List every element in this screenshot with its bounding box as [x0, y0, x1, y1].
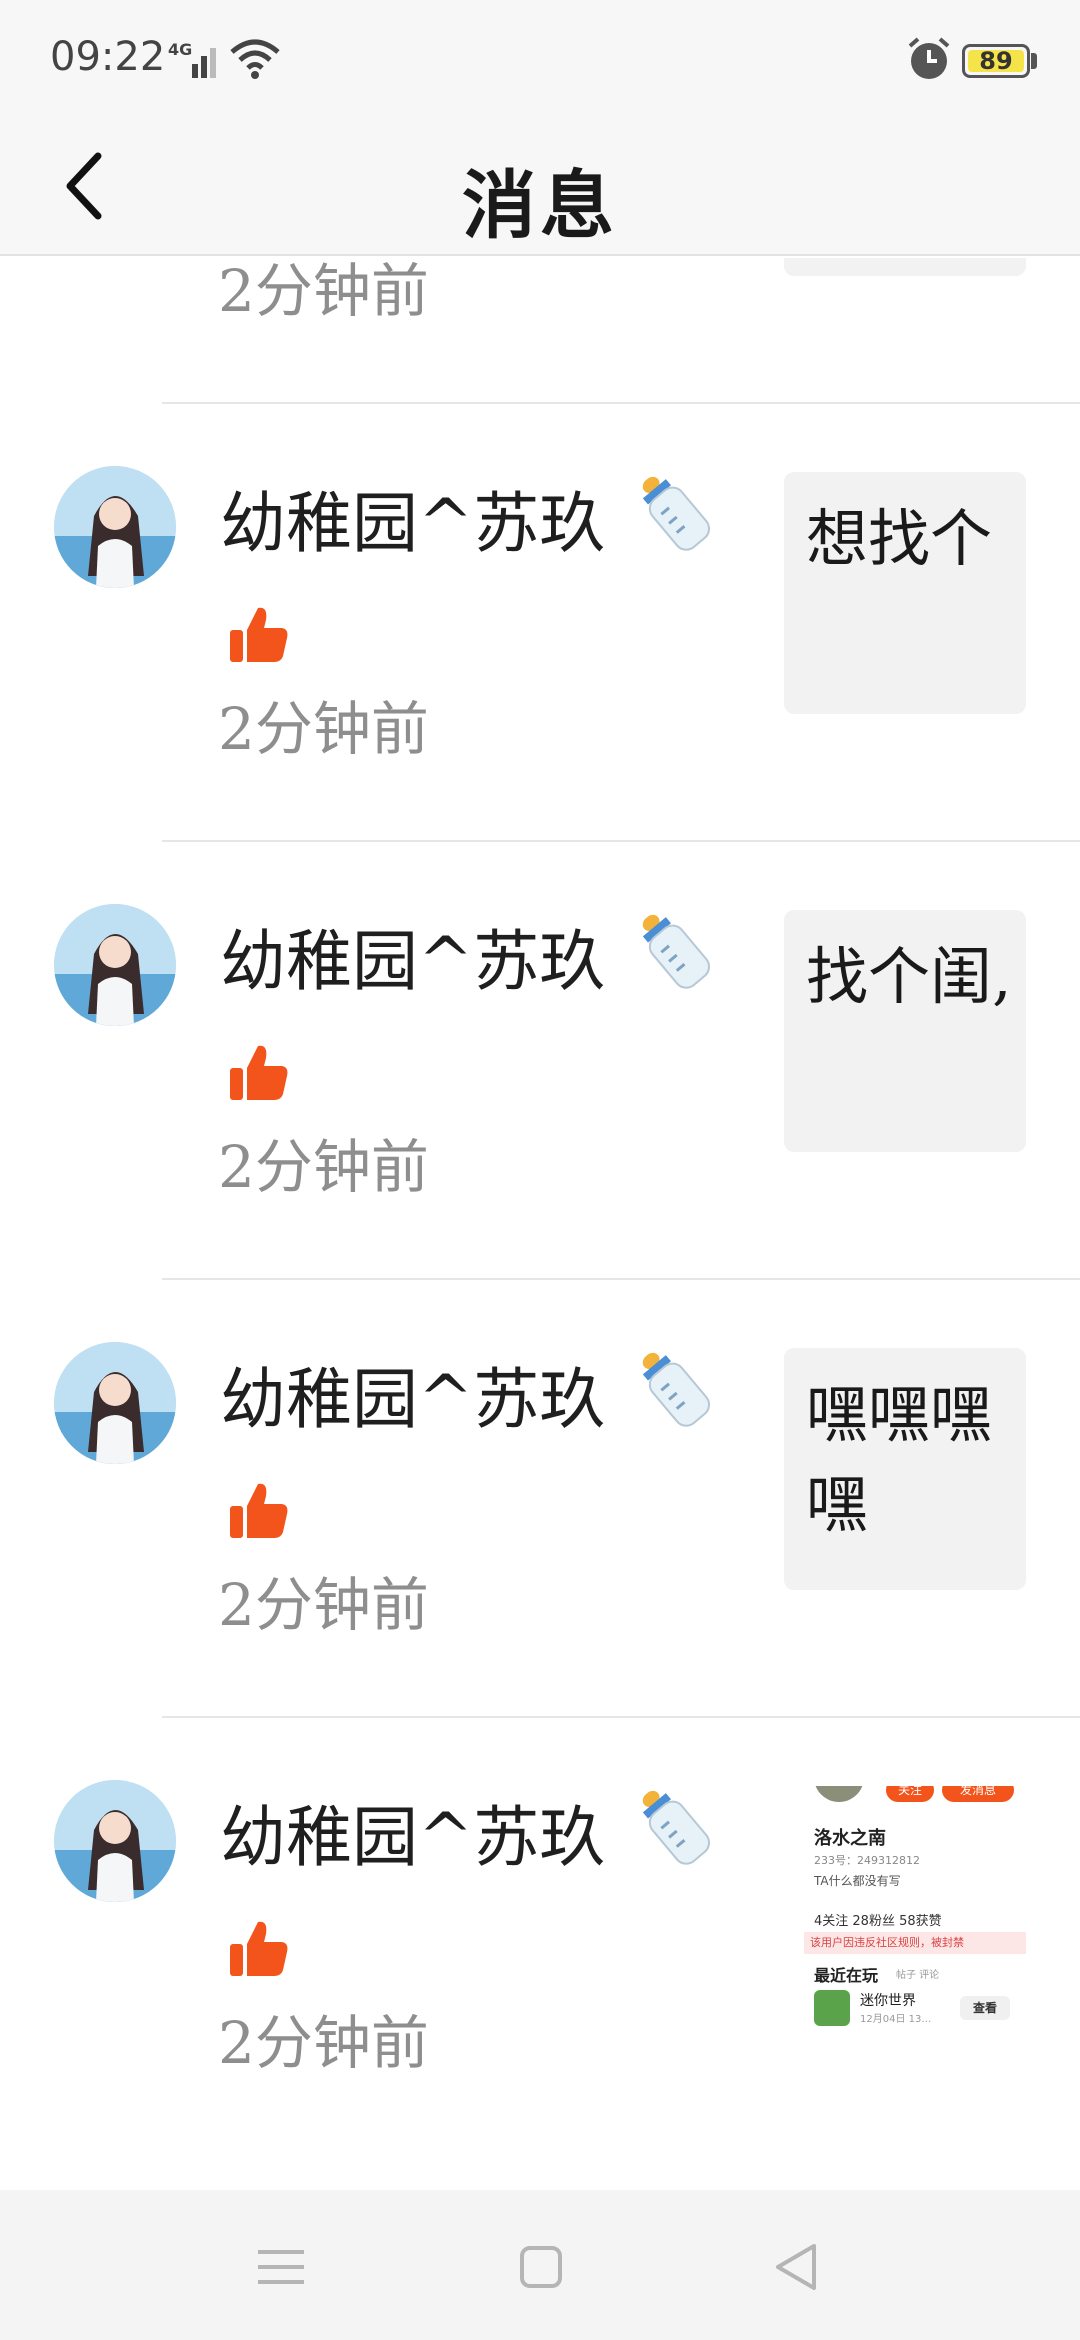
mini-avatar — [814, 1786, 864, 1802]
mini-view-button: 查看 — [960, 1996, 1010, 2020]
mini-bio: TA什么都没有写 — [814, 1874, 901, 1888]
mini-recent-title: 最近在玩 — [814, 1966, 879, 1985]
mini-warning: 该用户因违反社区规则，被封禁 — [804, 1932, 1026, 1954]
mini-game-date: 12月04日 13… — [860, 2014, 932, 2025]
list-item[interactable]: 幼稚园^苏玖 2分钟前 想找个 — [0, 404, 1080, 842]
thumbs-up-icon — [230, 1921, 288, 1976]
mini-stats: 4关注 28粉丝 58获赞 — [814, 1914, 942, 1929]
list-item[interactable]: 幼稚园^苏玖 2分钟前 嘿嘿嘿嘿 — [0, 1280, 1080, 1718]
avatar[interactable] — [54, 904, 176, 1026]
avatar[interactable] — [54, 1780, 176, 1902]
time-ago: 2分钟前 — [218, 1133, 429, 1201]
thumbs-up-icon — [230, 607, 288, 662]
page-header: 消息 — [0, 120, 1080, 256]
signal-icon — [192, 48, 216, 78]
home-square-icon[interactable] — [508, 2234, 574, 2300]
thumbnail-text: 想找个 — [806, 502, 993, 575]
baby-bottle-icon — [642, 914, 711, 989]
mini-message-button: 发消息 — [942, 1786, 1014, 1802]
list-item[interactable]: 幼稚园^苏玖 2分钟前 关注 发消息 洛水之南 233号：249312812 T… — [0, 1718, 1080, 2156]
system-nav-bar — [0, 2190, 1080, 2340]
baby-bottle-icon — [642, 1352, 711, 1427]
post-thumbnail[interactable]: 个 — [784, 258, 1026, 276]
status-time: 09:22 — [50, 34, 166, 80]
mini-id: 233号：249312812 — [814, 1854, 920, 1867]
avatar[interactable] — [54, 466, 176, 588]
post-thumbnail[interactable]: 嘿嘿嘿嘿 — [784, 1348, 1026, 1590]
thumbs-up-icon — [230, 1045, 288, 1100]
mini-name: 洛水之南 — [814, 1828, 886, 1849]
battery-tip — [1031, 53, 1037, 69]
mini-follow-button: 关注 — [886, 1786, 934, 1802]
time-ago: 2分钟前 — [218, 695, 429, 763]
wifi-icon — [230, 39, 280, 79]
page-title: 消息 — [462, 163, 618, 249]
battery-level: 89 — [979, 47, 1013, 75]
time-ago: 2分钟前 — [218, 258, 429, 325]
thumbs-up-icon — [230, 1483, 288, 1538]
baby-bottle-icon — [642, 476, 711, 551]
list-item[interactable]: 2分钟前 个 — [0, 258, 1080, 404]
mini-game-name: 迷你世界 — [860, 1993, 916, 2009]
list-item[interactable]: 幼稚园^苏玖 2分钟前 找个闺, — [0, 842, 1080, 1280]
time-ago: 2分钟前 — [218, 2009, 429, 2077]
post-thumbnail-profile[interactable]: 关注 发消息 洛水之南 233号：249312812 TA什么都没有写 4关注 … — [784, 1786, 1026, 2028]
user-name[interactable]: 幼稚园^苏玖 — [220, 470, 605, 566]
alarm-icon — [908, 37, 950, 79]
message-list[interactable]: 2分钟前 个 幼稚园^苏玖 — [0, 258, 1080, 2190]
status-bar: 09:22 4G 89 — [0, 0, 1080, 120]
back-triangle-icon[interactable] — [764, 2234, 830, 2300]
user-name[interactable]: 幼稚园^苏玖 — [220, 1784, 605, 1880]
baby-bottle-icon — [642, 1790, 711, 1865]
thumbnail-text: 找个闺, — [806, 940, 1012, 1013]
menu-icon[interactable] — [248, 2234, 314, 2300]
user-name[interactable]: 幼稚园^苏玖 — [220, 908, 605, 1004]
game-icon — [814, 1990, 850, 2026]
post-thumbnail[interactable]: 找个闺, — [784, 910, 1026, 1152]
post-thumbnail[interactable]: 想找个 — [784, 472, 1026, 714]
mini-tabs: 帖子 评论 — [896, 1970, 940, 1981]
avatar[interactable] — [54, 1342, 176, 1464]
battery-icon: 89 — [962, 44, 1030, 78]
user-name[interactable]: 幼稚园^苏玖 — [220, 1346, 605, 1442]
thumbnail-text: 嘿嘿嘿嘿 — [806, 1378, 993, 1541]
time-ago: 2分钟前 — [218, 1571, 429, 1639]
profile-screenshot: 关注 发消息 洛水之南 233号：249312812 TA什么都没有写 4关注 … — [784, 1786, 1026, 2028]
